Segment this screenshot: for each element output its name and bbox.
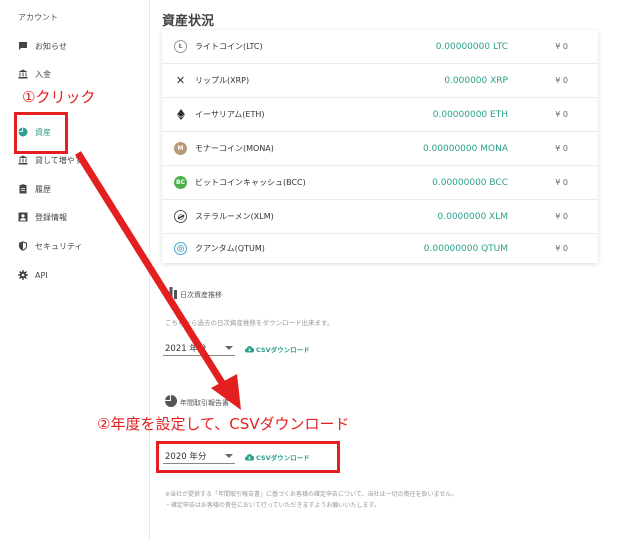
annotation-step2-label: ②年度を設定して、CSVダウンロード <box>97 415 350 433</box>
annotation-highlight-annual-download <box>156 441 340 473</box>
